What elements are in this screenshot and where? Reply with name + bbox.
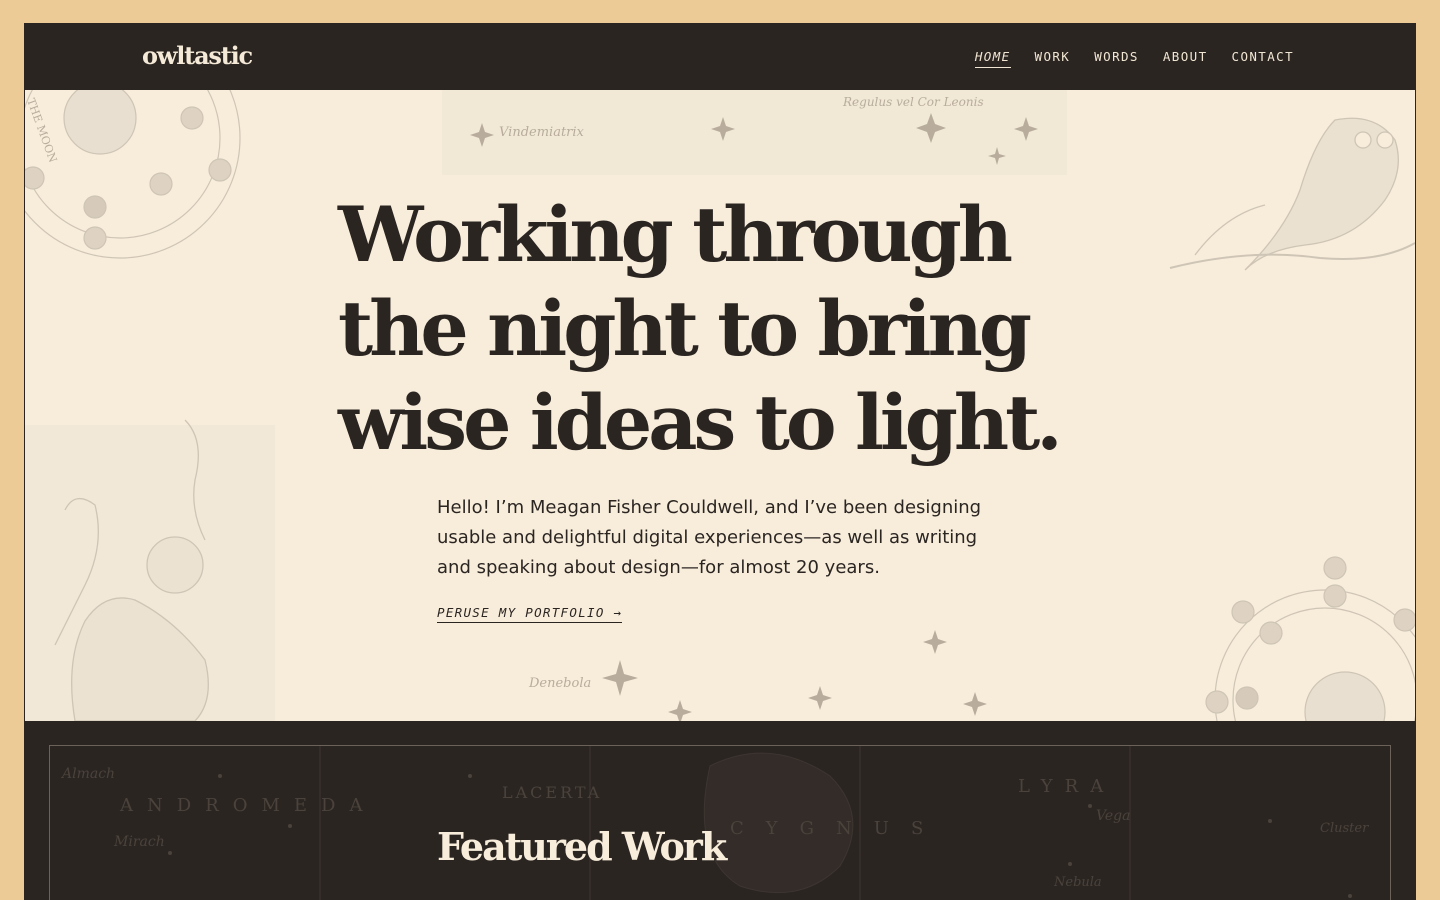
star-label-denebola: Denebola bbox=[528, 676, 591, 691]
portfolio-link[interactable]: PERUSE MY PORTFOLIO → bbox=[437, 605, 623, 623]
nav-work[interactable]: WORK bbox=[1035, 49, 1071, 68]
featured-work-section: Almach ANDROMEDA Mirach LACERTA CYGNUS L… bbox=[24, 721, 1416, 900]
page-frame: owltastic HOME WORK WORDS ABOUT CONTACT bbox=[24, 23, 1416, 900]
hero-headline: Working through the night to bring wise … bbox=[338, 190, 1063, 467]
nav-home[interactable]: HOME bbox=[974, 49, 1011, 68]
map-label-nebula: Nebula bbox=[1053, 875, 1102, 890]
map-label-almach: Almach bbox=[60, 766, 115, 782]
map-label-cygnus: CYGNUS bbox=[730, 818, 945, 839]
featured-work-heading: Featured Work bbox=[437, 824, 727, 869]
bottom-stars bbox=[602, 630, 987, 721]
star-map-illustration: Almach ANDROMEDA Mirach LACERTA CYGNUS L… bbox=[60, 746, 1369, 900]
nav-words[interactable]: WORDS bbox=[1094, 49, 1139, 68]
hero-intro-text: Hello! I’m Meagan Fisher Couldwell, and … bbox=[437, 497, 982, 578]
moon-phase-ring-bottom-right bbox=[1205, 556, 1415, 721]
site-logo[interactable]: owltastic bbox=[142, 41, 253, 70]
site-header: owltastic HOME WORK WORDS ABOUT CONTACT bbox=[24, 23, 1416, 90]
hero-section: THE MOON Vindemiatrix Regulus vel Cor Le… bbox=[25, 90, 1415, 721]
featured-work-panel: Almach ANDROMEDA Mirach LACERTA CYGNUS L… bbox=[49, 745, 1391, 900]
map-label-andromeda: ANDROMEDA bbox=[119, 795, 377, 816]
moon-phase-ring-top-left bbox=[25, 90, 241, 259]
nav-about[interactable]: ABOUT bbox=[1163, 49, 1208, 68]
owl-sketch bbox=[1169, 117, 1415, 271]
nav-contact[interactable]: CONTACT bbox=[1232, 49, 1294, 68]
moon-ring-label: THE MOON bbox=[25, 97, 60, 165]
map-label-mirach: Mirach bbox=[113, 834, 165, 850]
constellation-figure-sketch bbox=[25, 419, 275, 721]
map-label-lacerta: LACERTA bbox=[502, 783, 602, 802]
main-nav: HOME WORK WORDS ABOUT CONTACT bbox=[974, 49, 1294, 68]
star-label-vindemiatrix: Vindemiatrix bbox=[499, 125, 585, 140]
map-label-cluster: Cluster bbox=[1320, 821, 1369, 836]
star-label-regulus: Regulus vel Cor Leonis bbox=[842, 95, 984, 109]
map-label-lyra: LYRA bbox=[1018, 776, 1115, 797]
map-label-vega: Vega bbox=[1096, 808, 1130, 824]
